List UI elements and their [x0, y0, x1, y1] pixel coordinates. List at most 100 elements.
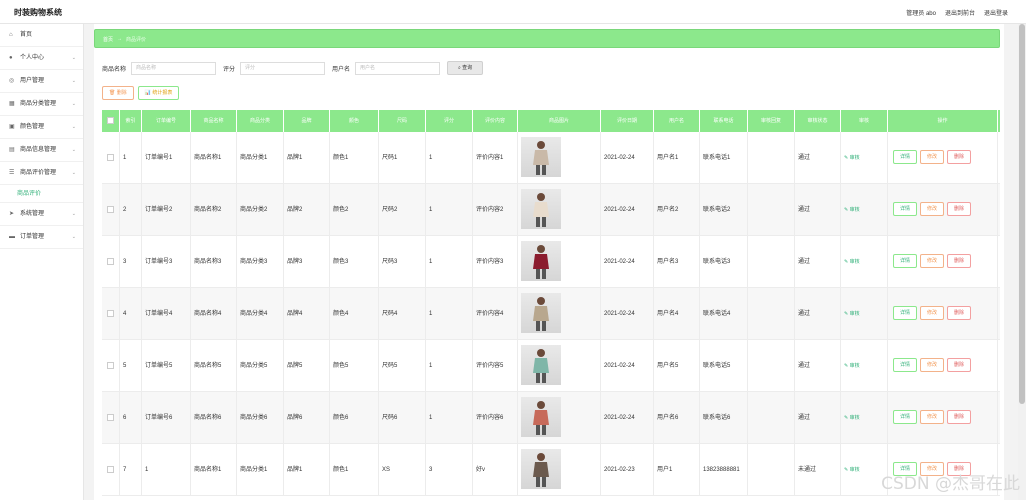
product-thumbnail[interactable]	[521, 137, 561, 177]
delete-button[interactable]: 删除	[947, 358, 971, 373]
detail-button[interactable]: 详情	[893, 358, 917, 373]
table-cell: 颜色5	[330, 340, 379, 391]
page-scrollbar[interactable]	[1018, 24, 1026, 500]
product-thumbnail[interactable]	[521, 189, 561, 229]
row-checkbox[interactable]	[107, 413, 114, 421]
table-cell: 品牌1	[284, 132, 330, 183]
row-checkbox[interactable]	[107, 205, 114, 213]
batch-delete-button[interactable]: 🗑 删除	[102, 86, 134, 100]
select-all-header[interactable]	[102, 110, 120, 132]
row-select-cell[interactable]	[102, 444, 120, 495]
row-select-cell[interactable]	[102, 340, 120, 391]
delete-button[interactable]: 删除	[947, 202, 971, 217]
column-header: 评分	[426, 110, 473, 132]
product-thumbnail[interactable]	[521, 241, 561, 281]
row-select-cell[interactable]	[102, 236, 120, 287]
delete-button[interactable]: 删除	[947, 410, 971, 425]
chevron-down-icon: ⌄	[71, 211, 76, 217]
detail-button[interactable]: 详情	[893, 150, 917, 165]
table-row: 1 订单编号1 商品名称1 商品分类1 品牌1 颜色1 尺码1 1 评价内容1 2021-02-2…	[102, 132, 1000, 184]
product-thumbnail[interactable]	[521, 345, 561, 385]
table-cell: 1	[426, 132, 473, 183]
detail-button[interactable]: 详情	[893, 202, 917, 217]
row-checkbox[interactable]	[107, 465, 114, 473]
review-link[interactable]: ✎ 审核	[844, 155, 860, 161]
scrollbar-thumb[interactable]	[1019, 24, 1025, 404]
table-cell: 订单编号6	[142, 392, 191, 443]
column-header: 用户名	[654, 110, 700, 132]
review-status: 通过	[795, 236, 841, 287]
select-all-checkbox[interactable]	[107, 117, 114, 125]
sidebar-item-list[interactable]: ☰ 商品评价管理 ⌄	[0, 162, 83, 185]
table-cell: 2021-02-24	[601, 288, 654, 339]
stats-report-button[interactable]: 📊 统计报表	[137, 86, 180, 100]
edit-button[interactable]: 修改	[920, 202, 944, 217]
detail-button[interactable]: 详情	[893, 254, 917, 269]
palette-icon: ▣	[9, 124, 15, 130]
review-link[interactable]: ✎ 审核	[844, 311, 860, 317]
table-cell: 颜色6	[330, 392, 379, 443]
edit-button[interactable]: 修改	[920, 358, 944, 373]
sidebar-item-users[interactable]: ◎ 用户管理 ⌄	[0, 70, 83, 93]
column-header: 评价内容	[473, 110, 518, 132]
table-cell	[748, 236, 795, 287]
edit-button[interactable]: 修改	[920, 306, 944, 321]
table-row: 3 订单编号3 商品名称3 商品分类3 品牌3 颜色3 尺码3 1 评价内容3 2021-02-2…	[102, 236, 1000, 288]
delete-button[interactable]: 删除	[947, 254, 971, 269]
table-cell: 商品名称3	[191, 236, 237, 287]
row-select-cell[interactable]	[102, 132, 120, 183]
sidebar-item-box[interactable]: ▤ 商品信息管理 ⌄	[0, 139, 83, 162]
sidebar-item-home[interactable]: ⌂ 首页	[0, 24, 83, 47]
delete-button[interactable]: 删除	[947, 150, 971, 165]
score-input[interactable]: 评分	[240, 61, 326, 75]
table-cell: 2021-02-24	[601, 236, 654, 287]
review-link[interactable]: ✎ 审核	[844, 467, 860, 473]
edit-button[interactable]: 修改	[920, 410, 944, 425]
detail-button[interactable]: 详情	[893, 306, 917, 321]
table-cell: 商品分类1	[237, 444, 284, 495]
sidebar-item-grid[interactable]: ▦ 商品分类管理 ⌄	[0, 93, 83, 116]
header-links: 管理员 abo 退出到前台 退出登录	[906, 8, 1008, 17]
sidebar-item-label: 首页	[20, 32, 33, 38]
review-link[interactable]: ✎ 审核	[844, 259, 860, 265]
product-thumbnail[interactable]	[521, 449, 561, 489]
row-select-cell[interactable]	[102, 288, 120, 339]
review-cell: ✎ 审核	[841, 236, 888, 287]
edit-button[interactable]: 修改	[920, 254, 944, 269]
sidebar-item-send[interactable]: ➤ 系统管理 ⌄	[0, 203, 83, 226]
row-checkbox[interactable]	[107, 361, 114, 369]
sidebar-item-palette[interactable]: ▣ 颜色管理 ⌄	[0, 116, 83, 139]
column-header: 商品名称	[191, 110, 237, 132]
row-checkbox[interactable]	[107, 153, 114, 161]
sidebar-subitem-review[interactable]: 商品评价	[0, 185, 83, 203]
breadcrumb-home[interactable]: 首页	[103, 36, 113, 43]
sidebar-item-order[interactable]: ▬ 订单管理 ⌄	[0, 226, 83, 249]
product-name-input[interactable]: 商品名称	[131, 61, 217, 75]
table-cell: 评价内容3	[473, 236, 518, 287]
detail-button[interactable]: 详情	[893, 410, 917, 425]
product-thumbnail[interactable]	[521, 397, 561, 437]
review-link[interactable]: ✎ 审核	[844, 415, 860, 421]
logout-link[interactable]: 退出登录	[984, 8, 1008, 17]
table-row: 2 订单编号2 商品名称2 商品分类2 品牌2 颜色2 尺码2 1 评价内容2 2021-02-2…	[102, 184, 1000, 236]
row-checkbox[interactable]	[107, 309, 114, 317]
table-cell: 颜色1	[330, 132, 379, 183]
product-thumbnail[interactable]	[521, 293, 561, 333]
query-button[interactable]: ⌕ 查询	[447, 61, 484, 75]
table-cell: 用户名6	[654, 392, 700, 443]
review-link[interactable]: ✎ 审核	[844, 363, 860, 369]
sidebar-item-user[interactable]: ● 个人中心 ⌄	[0, 47, 83, 70]
row-select-cell[interactable]	[102, 184, 120, 235]
row-checkbox[interactable]	[107, 257, 114, 265]
delete-button[interactable]: 删除	[947, 306, 971, 321]
table-cell: 1	[426, 340, 473, 391]
table-cell: 评价内容5	[473, 340, 518, 391]
back-to-front-link[interactable]: 退出到前台	[945, 8, 975, 17]
edit-button[interactable]: 修改	[920, 150, 944, 165]
review-link[interactable]: ✎ 审核	[844, 207, 860, 213]
username-input[interactable]: 用户名	[355, 61, 441, 75]
table-cell: 联系电话6	[700, 392, 748, 443]
row-select-cell[interactable]	[102, 392, 120, 443]
table-cell: 商品名称2	[191, 184, 237, 235]
table-cell: 商品分类6	[237, 392, 284, 443]
